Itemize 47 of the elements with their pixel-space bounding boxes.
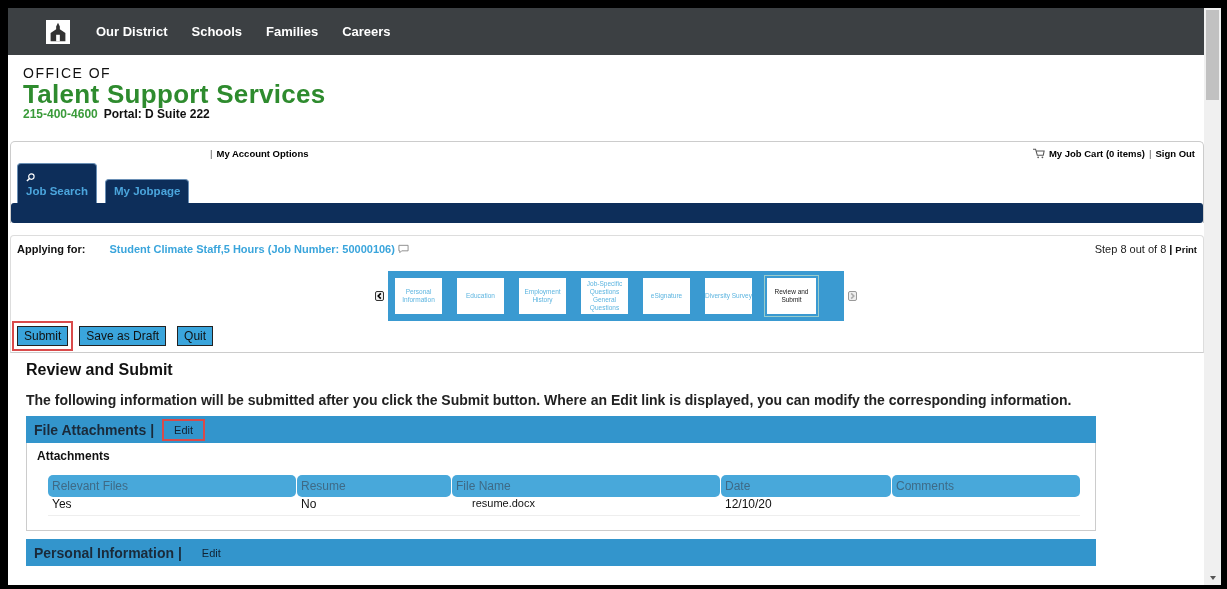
action-button[interactable]: Submit: [17, 326, 69, 346]
office-title: Talent Support Services: [23, 81, 327, 107]
table-cell: resume.docx: [472, 497, 535, 509]
next-arrow-icon[interactable]: [848, 291, 857, 301]
print-link[interactable]: Print: [1175, 243, 1197, 255]
column-header: Resume: [297, 475, 451, 497]
tab-label: Job Search: [26, 185, 88, 197]
previous-arrow-icon[interactable]: [375, 291, 384, 301]
nav-link[interactable]: Our District: [96, 24, 168, 39]
instructions-text: The following information will be submitted after you click the Submit button. Where an Edit link is displayed, you can modify the corresponding information.: [26, 392, 1073, 408]
tab[interactable]: Job Search: [17, 163, 97, 203]
sign-out-link[interactable]: Sign Out: [1155, 147, 1195, 159]
table-cell: Yes: [52, 497, 72, 511]
column-header: Comments: [892, 475, 1080, 497]
edit-link[interactable]: Edit: [164, 420, 204, 439]
separator: |: [1148, 147, 1152, 159]
section-title: Personal Information |: [34, 544, 182, 561]
cart-icon[interactable]: [1032, 147, 1045, 159]
table-cell: 12/10/20: [725, 497, 772, 511]
subsection-title: Attachments: [37, 449, 111, 463]
section-heading: Review and Submit: [26, 361, 174, 379]
nav-link[interactable]: Families: [266, 24, 319, 39]
action-button[interactable]: Quit: [177, 326, 214, 346]
job-cart-link[interactable]: My Job Cart (0 items): [1048, 147, 1145, 159]
action-button[interactable]: Save as Draft: [79, 326, 167, 346]
separator: |: [210, 147, 213, 159]
column-header: File Name: [452, 475, 720, 497]
tab-label: My Jobpage: [114, 185, 181, 197]
separator: |: [1169, 243, 1173, 255]
nav-link[interactable]: Careers: [342, 24, 391, 39]
edit-link[interactable]: Edit: [191, 543, 231, 562]
section-title: File Attachments |: [34, 421, 155, 438]
column-header: Relevant Files: [48, 475, 296, 497]
nav-link[interactable]: Schools: [191, 24, 243, 39]
school-building-icon[interactable]: [46, 19, 70, 44]
table-cell: No: [301, 497, 317, 511]
scrollbar[interactable]: [1204, 8, 1221, 585]
portal-location: Portal: D Suite 222: [103, 107, 210, 121]
tab[interactable]: My Jobpage: [105, 179, 190, 203]
column-header: Date: [721, 475, 891, 497]
office-overline: OFFICE OF: [23, 65, 113, 81]
applying-label: Applying for:: [17, 243, 86, 255]
step-counter: Step 8 out of 8: [1094, 243, 1167, 255]
account-options-link[interactable]: My Account Options: [216, 147, 309, 159]
phone-number: 215-400-4600: [23, 107, 98, 121]
scrollbar-thumb[interactable]: [1206, 10, 1219, 100]
scroll-down-icon[interactable]: [1208, 575, 1217, 581]
